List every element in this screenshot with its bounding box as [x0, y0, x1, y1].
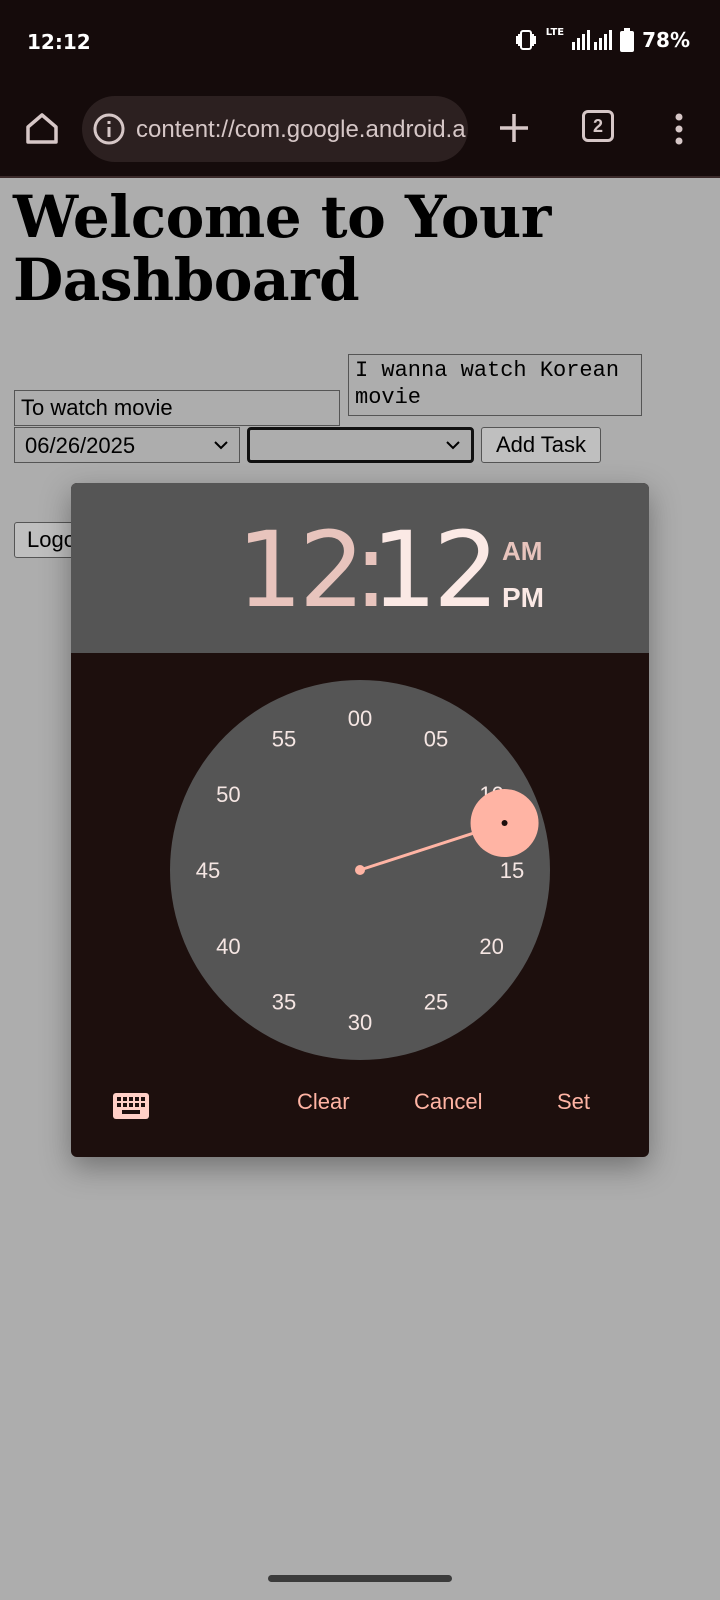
dial-label-30[interactable]: 30	[348, 1010, 372, 1035]
set-button[interactable]: Set	[557, 1089, 590, 1115]
dial-label-35[interactable]: 35	[272, 990, 296, 1015]
minute-display[interactable]: 12	[371, 509, 501, 631]
cancel-button[interactable]: Cancel	[414, 1089, 482, 1115]
priority-select[interactable]	[247, 427, 474, 463]
am-toggle[interactable]: AM	[502, 536, 542, 567]
notes-textarea[interactable]: I wanna watch Korean movie	[348, 354, 642, 416]
vibrate-icon	[515, 30, 536, 50]
date-select[interactable]: 06/26/2025	[14, 427, 240, 463]
task-input[interactable]: To watch movie	[14, 390, 340, 426]
dial-center-dot	[355, 865, 365, 875]
time-picker-header: 12 : 12 AM PM	[71, 483, 649, 653]
hour-display[interactable]: 12	[231, 509, 365, 631]
dial-label-05[interactable]: 05	[424, 726, 448, 751]
date-value: 06/26/2025	[25, 433, 136, 458]
clear-button[interactable]: Clear	[297, 1089, 350, 1115]
dial-label-40[interactable]: 40	[216, 934, 240, 959]
lte-label: LTE	[545, 26, 565, 38]
gesture-nav-handle[interactable]	[268, 1575, 452, 1582]
time-picker-dialog: 12 : 12 AM PM 000510152025303540455055 C…	[71, 483, 649, 1157]
chevron-down-icon	[214, 441, 228, 450]
signal-icon	[572, 30, 613, 50]
browser-toolbar: content://com.google.android.apps.docs.s…	[0, 84, 720, 178]
keyboard-icon[interactable]	[113, 1093, 149, 1119]
status-icons: LTE 78%	[514, 26, 690, 52]
info-icon[interactable]	[92, 112, 126, 146]
dial-label-00[interactable]: 00	[348, 706, 372, 731]
battery-percent: 78%	[642, 28, 690, 52]
minute-dial[interactable]: 000510152025303540455055	[170, 680, 550, 1060]
page-title: Welcome to Your Dashboard	[13, 183, 551, 314]
address-bar[interactable]: content://com.google.android.apps.docs.s…	[82, 96, 468, 162]
add-task-button[interactable]: Add Task	[481, 427, 601, 463]
new-tab-icon[interactable]	[494, 108, 534, 148]
dial-label-15[interactable]: 15	[500, 858, 524, 883]
home-icon[interactable]	[22, 108, 62, 148]
dial-label-45[interactable]: 45	[196, 858, 220, 883]
dial-label-25[interactable]: 25	[424, 990, 448, 1015]
more-vert-icon[interactable]	[674, 112, 684, 146]
dial-label-20[interactable]: 20	[479, 934, 503, 959]
status-bar: 12:12 LTE 78%	[0, 0, 720, 84]
dialog-actions: Clear Cancel Set	[71, 1083, 649, 1133]
status-time: 12:12	[27, 30, 91, 54]
dial-selector-dot	[501, 820, 508, 827]
dial-label-50[interactable]: 50	[216, 782, 240, 807]
pm-toggle[interactable]: PM	[502, 582, 544, 614]
tab-switcher-button[interactable]: 2	[582, 110, 614, 142]
battery-icon	[620, 28, 635, 52]
chevron-down-icon	[446, 441, 460, 450]
url-text[interactable]: content://com.google.android.apps.docs.s…	[136, 116, 466, 144]
dial-label-55[interactable]: 55	[272, 726, 296, 751]
